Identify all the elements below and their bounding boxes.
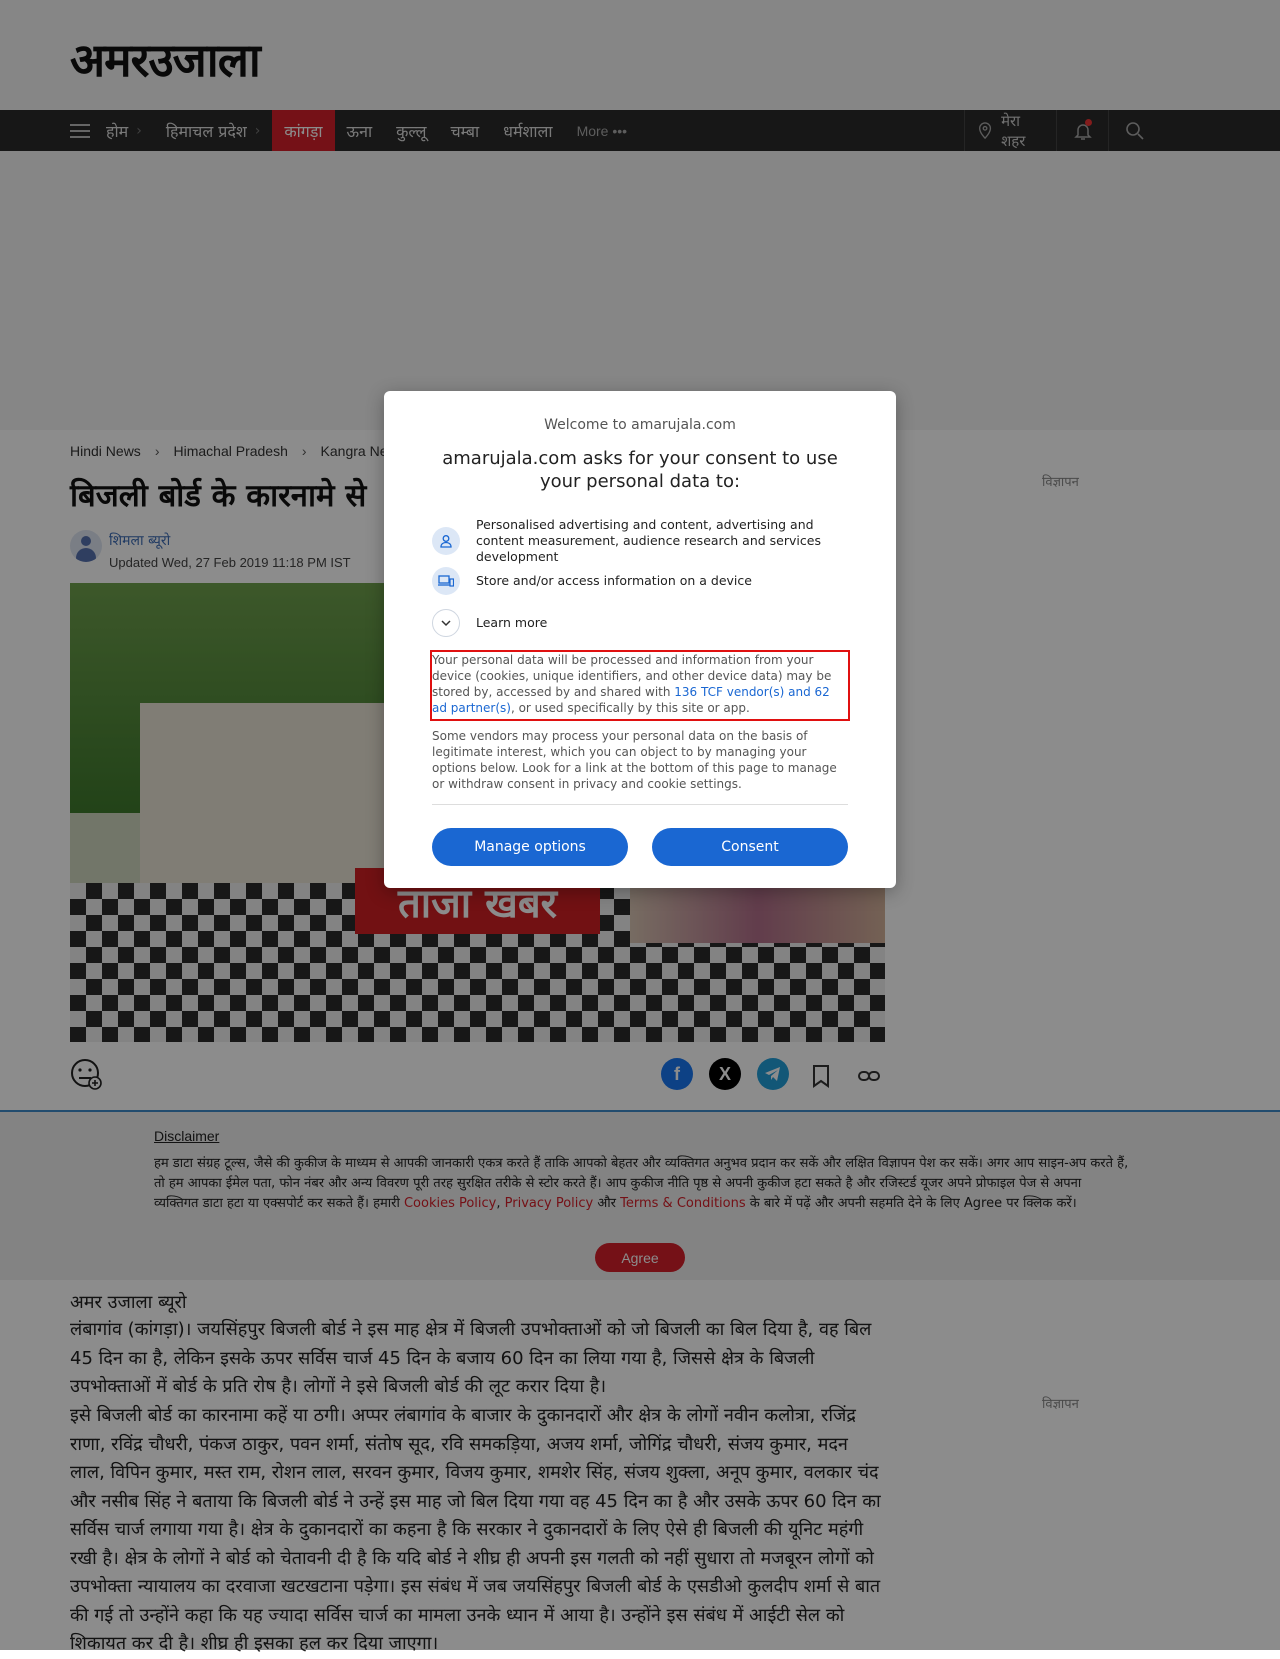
highlight-box [430, 650, 850, 721]
person-icon [432, 527, 460, 555]
manage-options-button[interactable]: Manage options [432, 828, 628, 866]
divider [432, 804, 848, 805]
consent-welcome: Welcome to amarujala.com [544, 417, 736, 433]
learn-more-toggle[interactable]: Learn more [432, 609, 836, 637]
chevron-down-icon [432, 609, 460, 637]
consent-button[interactable]: Consent [652, 828, 848, 866]
consent-dialog: Welcome to amarujala.com amarujala.com a… [384, 391, 896, 888]
consent-info-legitimate-interest: Some vendors may process your personal d… [432, 729, 837, 791]
consent-title: amarujala.com asks for your consent to u… [442, 448, 838, 492]
purpose-personalised: Personalised advertising and content, ad… [432, 517, 836, 565]
purpose-device-storage: Store and/or access information on a dev… [432, 567, 836, 595]
devices-icon [432, 567, 460, 595]
